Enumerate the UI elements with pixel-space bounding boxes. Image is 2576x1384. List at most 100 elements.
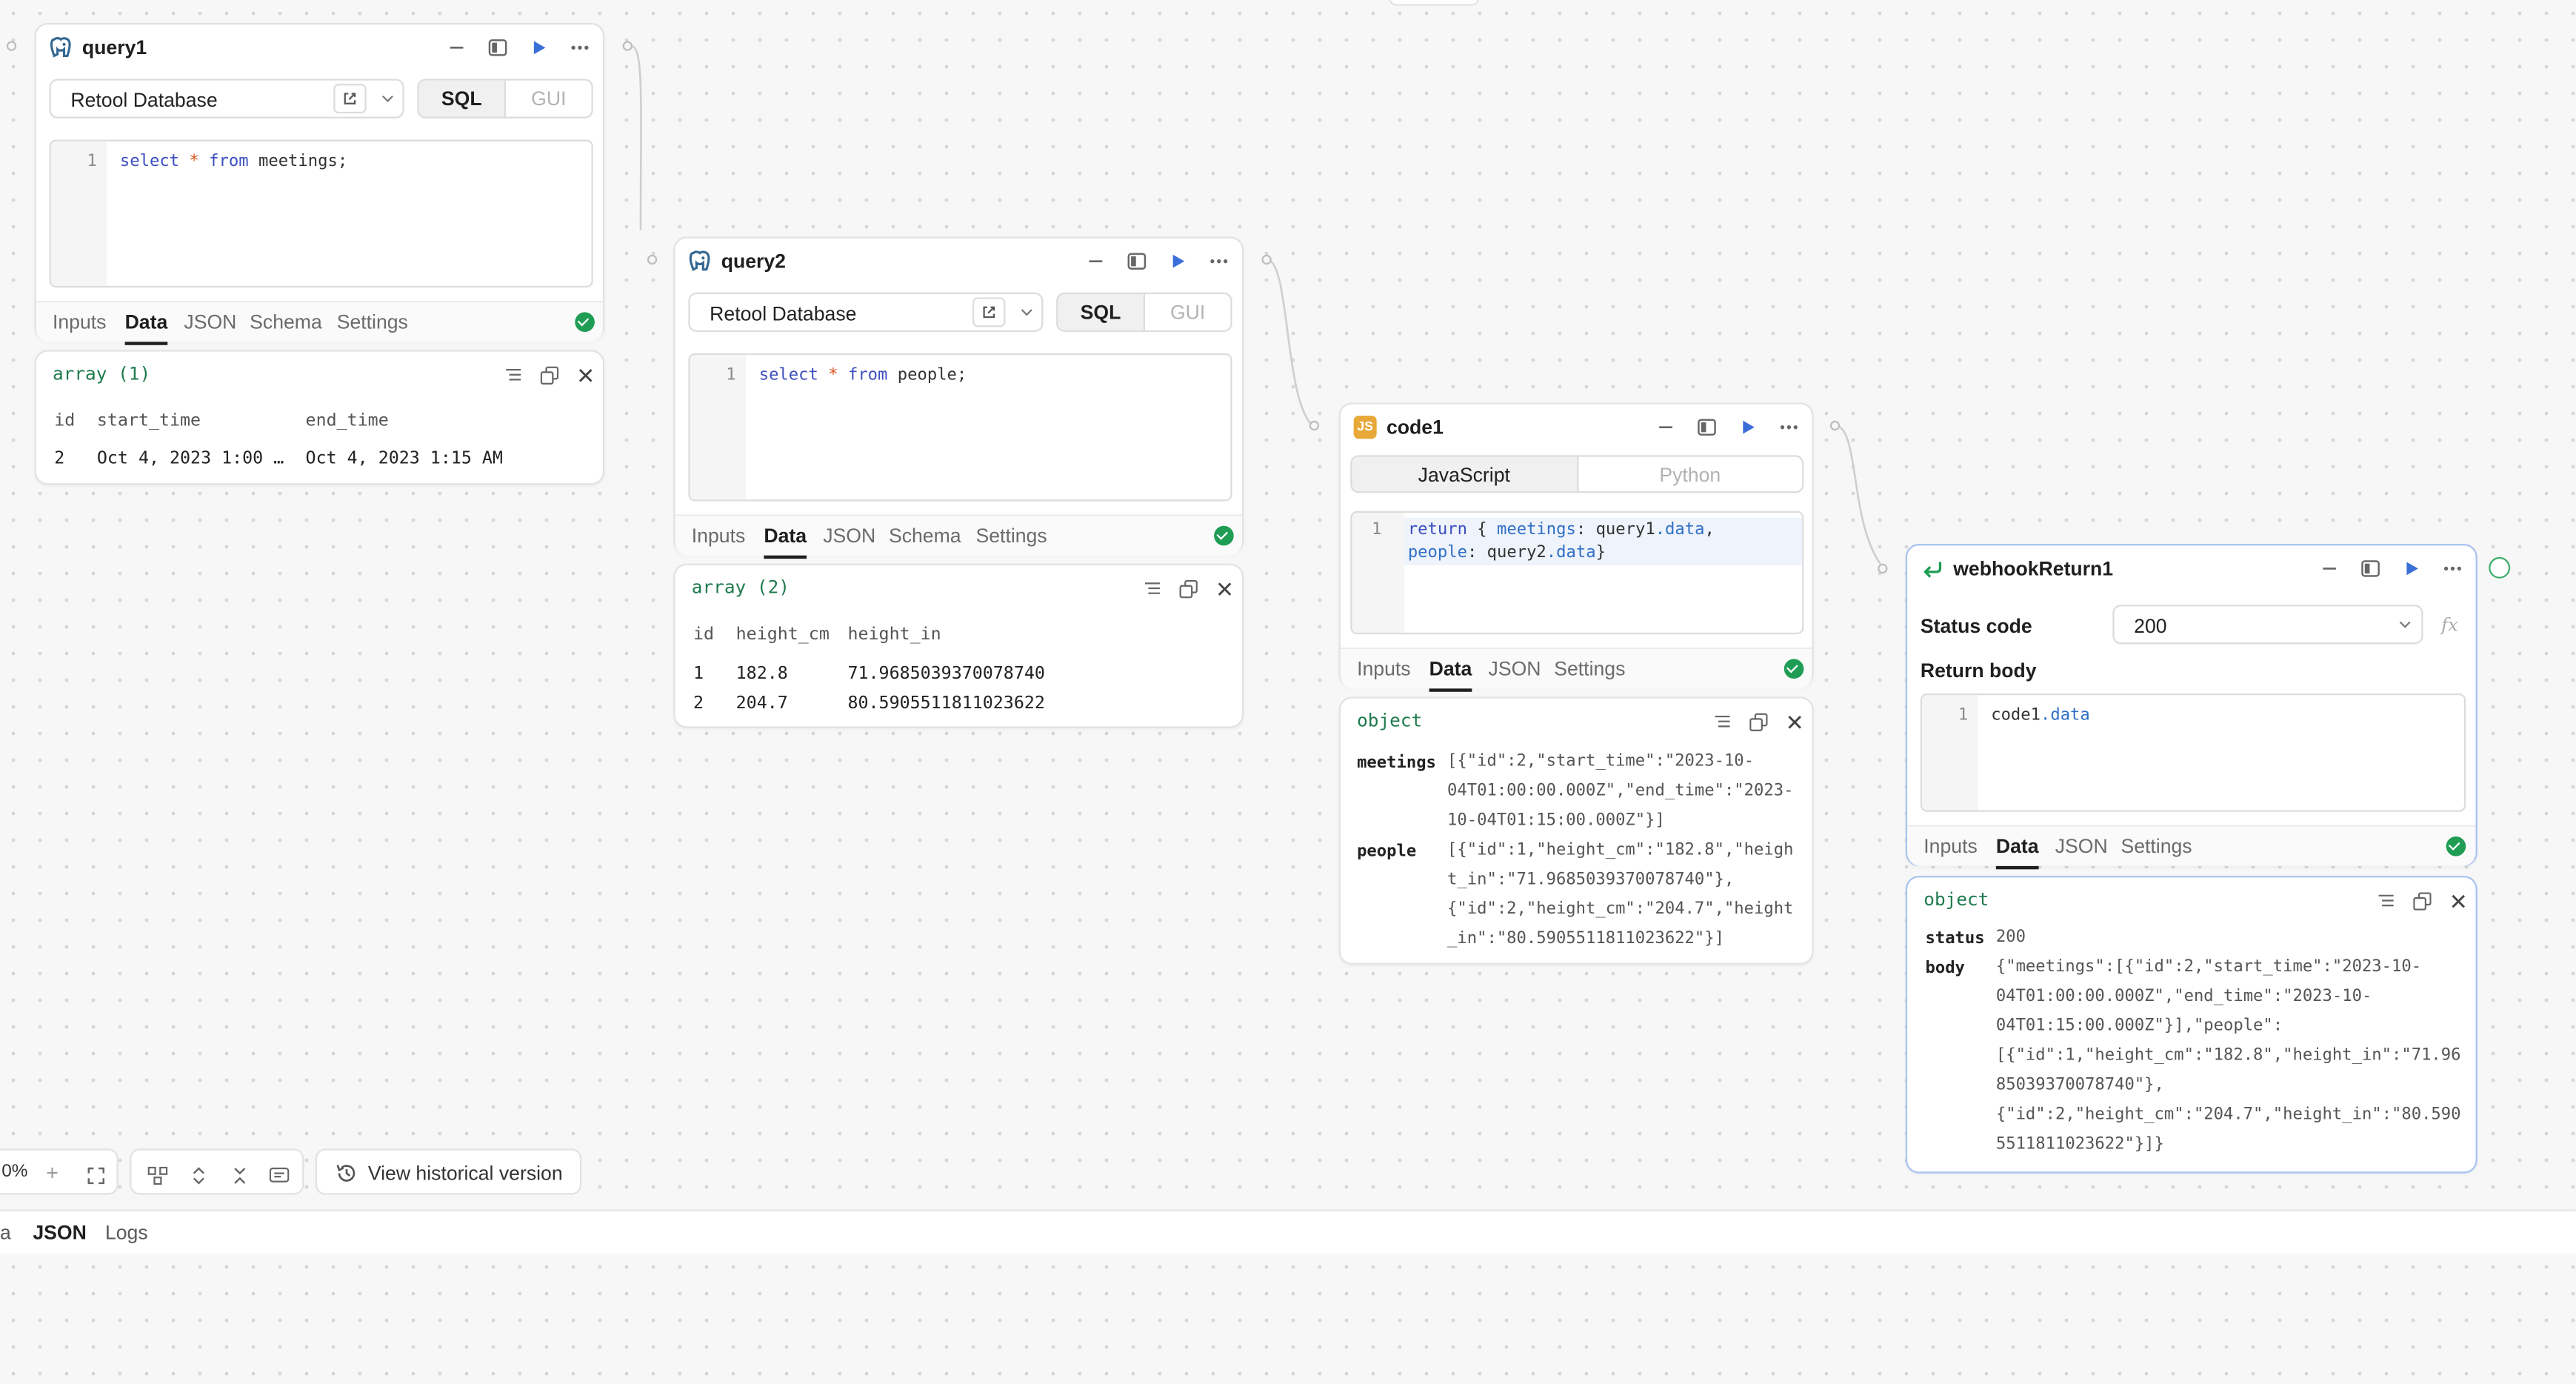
run-icon[interactable] — [526, 35, 552, 61]
query1-block[interactable]: query1 Retool Database SQL GUI 1 select … — [34, 23, 605, 345]
code-line[interactable]: code1.data — [1991, 707, 2090, 725]
copy-icon[interactable] — [2410, 889, 2433, 912]
panel-toggle-icon[interactable] — [484, 35, 510, 61]
code1-output-port[interactable] — [1829, 420, 1841, 431]
panel-toggle-icon[interactable] — [2358, 556, 2383, 582]
chevron-down-icon[interactable] — [1015, 301, 1038, 324]
code-line[interactable]: return { meetings: query1.data, — [1408, 521, 1715, 539]
chevron-down-icon[interactable] — [376, 87, 399, 110]
tab-schema[interactable]: Schema — [250, 310, 322, 333]
tab-data[interactable]: Data — [1995, 835, 2039, 870]
close-icon[interactable] — [1783, 710, 1806, 733]
format-list-icon[interactable] — [1140, 577, 1163, 600]
minimize-icon[interactable] — [1652, 414, 1678, 440]
format-list-icon[interactable] — [1710, 710, 1733, 733]
minimize-icon[interactable] — [444, 35, 470, 61]
tab-schema[interactable]: Schema — [889, 525, 961, 548]
more-icon[interactable] — [2440, 556, 2466, 582]
run-icon[interactable] — [1165, 248, 1191, 274]
tab-json[interactable]: JSON — [1489, 657, 1541, 680]
tab-data-partial[interactable]: a — [0, 1221, 11, 1244]
mode-toggle[interactable]: SQL GUI — [1056, 292, 1232, 333]
query2-input-port[interactable] — [647, 254, 658, 265]
webhook-input-port[interactable] — [1878, 563, 1888, 574]
format-list-icon[interactable] — [2374, 889, 2397, 912]
minimize-icon[interactable] — [2316, 556, 2342, 582]
mode-gui[interactable]: GUI — [1143, 294, 1231, 330]
mode-gui[interactable]: GUI — [504, 80, 592, 117]
zoom-in-icon[interactable]: + — [46, 1160, 59, 1185]
close-icon[interactable] — [573, 363, 596, 386]
mode-toggle[interactable]: SQL GUI — [417, 79, 593, 119]
language-toggle[interactable]: JavaScript Python — [1350, 455, 1804, 493]
tab-settings[interactable]: Settings — [975, 525, 1047, 548]
resource-select[interactable]: Retool Database — [688, 292, 1044, 333]
workflow-canvas[interactable]: query1 Retool Database SQL GUI 1 select … — [0, 0, 2576, 1384]
query2-output-port[interactable] — [1261, 254, 1272, 265]
chevron-down-icon[interactable] — [2394, 613, 2417, 636]
block-title[interactable]: webhookReturn1 — [1953, 557, 2113, 580]
panel-toggle-icon[interactable] — [1694, 414, 1720, 440]
panel-toggle-icon[interactable] — [1124, 248, 1149, 274]
tab-json-bottom[interactable]: JSON — [33, 1221, 87, 1244]
minimize-icon[interactable] — [1083, 248, 1109, 274]
close-icon[interactable] — [2446, 889, 2469, 912]
code-line[interactable]: people: query2.data} — [1408, 544, 1606, 562]
tab-settings[interactable]: Settings — [1554, 657, 1625, 680]
status-code-select[interactable]: 200 — [2112, 605, 2423, 645]
more-icon[interactable] — [567, 35, 593, 61]
copy-icon[interactable] — [537, 363, 560, 386]
tab-json[interactable]: JSON — [2055, 835, 2108, 858]
collapse-vertical-icon[interactable] — [232, 1163, 248, 1193]
tab-json[interactable]: JSON — [184, 310, 236, 333]
sql-editor[interactable]: 1 select * from meetings; — [49, 139, 593, 288]
copy-icon[interactable] — [1176, 577, 1199, 600]
query1-output-port[interactable] — [622, 41, 633, 51]
run-icon[interactable] — [1735, 414, 1761, 440]
mode-sql[interactable]: SQL — [418, 80, 504, 117]
tab-data[interactable]: Data — [1429, 657, 1472, 692]
tab-inputs[interactable]: Inputs — [692, 525, 746, 548]
mode-sql[interactable]: SQL — [1058, 294, 1144, 330]
view-historical-version-button[interactable]: View historical version — [315, 1148, 582, 1195]
tab-data[interactable]: Data — [124, 310, 168, 345]
external-link-icon[interactable] — [333, 84, 367, 114]
copy-icon[interactable] — [1746, 710, 1769, 733]
block-title[interactable]: query1 — [82, 36, 147, 59]
resource-select[interactable]: Retool Database — [49, 79, 404, 119]
language-javascript[interactable]: JavaScript — [1352, 456, 1577, 492]
tab-inputs[interactable]: Inputs — [53, 310, 107, 333]
code1-block[interactable]: JS code1 JavaScript Python 1 return { me… — [1338, 402, 1814, 692]
query2-block[interactable]: query2 Retool Database SQL GUI 1 select … — [673, 236, 1244, 559]
tab-data[interactable]: Data — [764, 525, 807, 559]
run-icon[interactable] — [2398, 556, 2424, 582]
language-python[interactable]: Python — [1576, 456, 1802, 492]
code-editor[interactable]: 1 return { meetings: query1.data, people… — [1350, 510, 1804, 635]
close-icon[interactable] — [1212, 577, 1235, 600]
webhook-output-port[interactable] — [2489, 556, 2511, 579]
tab-json[interactable]: JSON — [823, 525, 875, 548]
tab-settings[interactable]: Settings — [337, 310, 408, 333]
code-line[interactable]: select * from meetings; — [120, 153, 347, 170]
code1-input-port[interactable] — [1309, 420, 1320, 431]
external-link-icon[interactable] — [972, 297, 1006, 327]
fit-view-icon[interactable] — [87, 1163, 105, 1193]
query1-input-port[interactable] — [6, 41, 17, 51]
return-body-editor[interactable]: 1 code1.data — [1920, 693, 2466, 812]
block-title[interactable]: code1 — [1387, 416, 1444, 439]
zoom-level[interactable]: 0% — [1, 1162, 27, 1182]
auto-layout-icon[interactable] — [147, 1163, 168, 1193]
sql-editor[interactable]: 1 select * from people; — [688, 353, 1232, 502]
tab-settings[interactable]: Settings — [2120, 835, 2192, 858]
tab-logs[interactable]: Logs — [105, 1221, 148, 1244]
more-icon[interactable] — [1206, 248, 1232, 274]
comment-icon[interactable] — [269, 1163, 290, 1193]
webhook-return-block[interactable]: webhookReturn1 Status code 200 fx Return… — [1905, 544, 2477, 870]
expand-vertical-icon[interactable] — [190, 1163, 207, 1193]
tab-inputs[interactable]: Inputs — [1357, 657, 1411, 680]
more-icon[interactable] — [1776, 414, 1802, 440]
tab-inputs[interactable]: Inputs — [1923, 835, 1978, 858]
block-title[interactable]: query2 — [721, 250, 786, 273]
code-line[interactable]: select * from people; — [759, 367, 967, 385]
format-list-icon[interactable] — [501, 363, 524, 386]
